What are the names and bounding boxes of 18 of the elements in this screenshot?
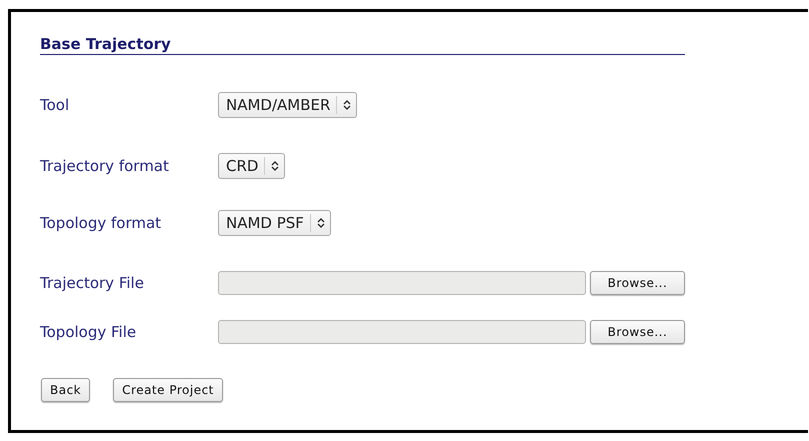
select-field[interactable]: NAMD/AMBER: [218, 92, 358, 118]
file-path-field[interactable]: [218, 320, 586, 344]
select-field[interactable]: CRD: [218, 153, 286, 179]
chevron-icon: [271, 160, 280, 172]
field-label: Tool: [40, 94, 70, 116]
form-button[interactable]: Back: [41, 378, 90, 402]
field-label: Trajectory File: [40, 272, 145, 294]
section-heading: Base Trajectory: [40, 34, 685, 55]
field-label: Trajectory format: [40, 156, 170, 177]
browse-button[interactable]: Browse...: [590, 320, 685, 344]
file-path-field[interactable]: [218, 271, 586, 295]
form-button[interactable]: Create Project: [113, 378, 223, 402]
chevron-icon: [316, 217, 325, 229]
browse-button[interactable]: Browse...: [590, 271, 685, 295]
field-label: Topology format: [40, 212, 162, 234]
field-label: Topology File: [40, 322, 138, 343]
chevron-icon: [343, 99, 352, 111]
select-field[interactable]: NAMD PSF: [218, 210, 331, 236]
